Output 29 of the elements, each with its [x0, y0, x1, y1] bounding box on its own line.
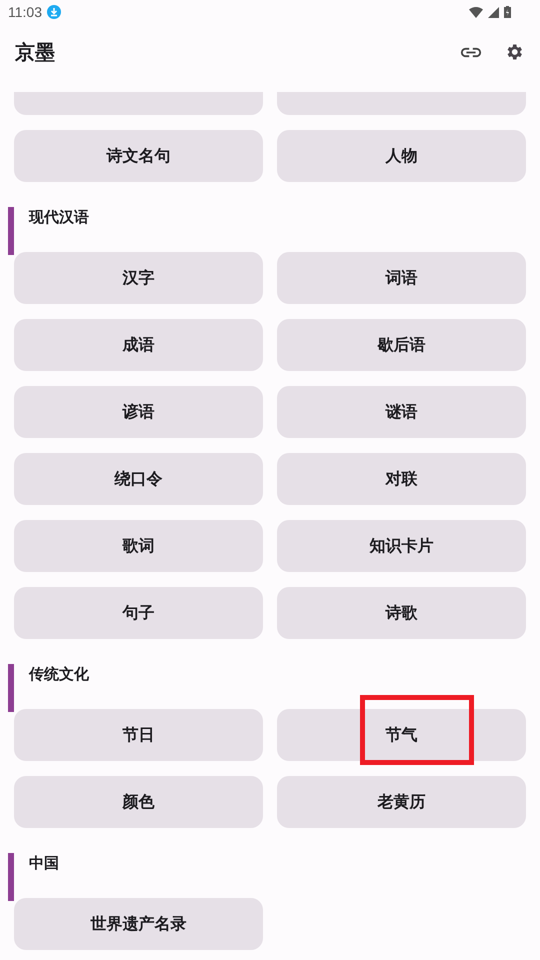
download-icon — [47, 5, 61, 19]
menu-button[interactable]: 词语 — [277, 252, 526, 304]
status-time: 11:03 — [8, 4, 42, 20]
menu-button[interactable]: 对联 — [277, 453, 526, 505]
menu-button[interactable]: 绕口令 — [14, 453, 263, 505]
link-icon[interactable] — [460, 46, 482, 58]
menu-button[interactable]: 世界遗产名录 — [14, 898, 263, 950]
section-title: 中国 — [29, 854, 59, 873]
menu-button[interactable]: 诗歌 — [277, 587, 526, 639]
menu-button[interactable]: 歌词 — [14, 520, 263, 572]
app-title: 京墨 — [15, 38, 55, 66]
signal-icon — [488, 6, 499, 18]
menu-button[interactable]: 谜语 — [277, 386, 526, 438]
menu-button[interactable]: 谚语 — [14, 386, 263, 438]
wifi-icon — [469, 6, 483, 18]
menu-button[interactable]: 句子 — [14, 587, 263, 639]
menu-button[interactable]: 节气 — [277, 709, 526, 761]
menu-button[interactable]: 歇后语 — [277, 319, 526, 371]
menu-button[interactable]: 颜色 — [14, 776, 263, 828]
menu-button[interactable]: 汉字 — [14, 252, 263, 304]
menu-button[interactable]: 人物 — [277, 130, 526, 182]
menu-button[interactable]: 老黄历 — [277, 776, 526, 828]
section-title: 现代汉语 — [29, 208, 89, 227]
menu-button[interactable]: 成语 — [14, 319, 263, 371]
battery-icon — [504, 6, 511, 18]
menu-button[interactable]: 知识卡片 — [277, 520, 526, 572]
menu-button[interactable]: 节日 — [14, 709, 263, 761]
section-title: 传统文化 — [29, 665, 89, 684]
menu-button[interactable]: 诗文名句 — [14, 130, 263, 182]
